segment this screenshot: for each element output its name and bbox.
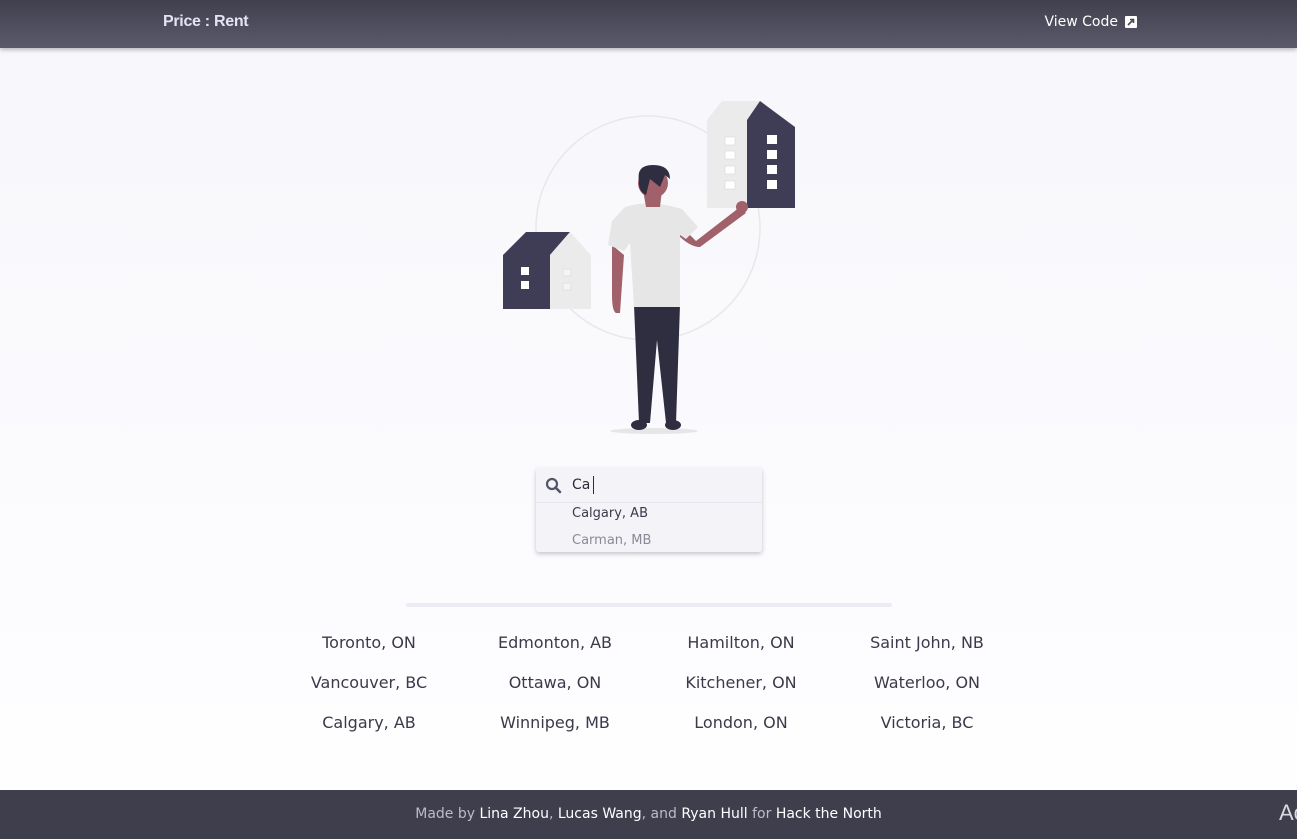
author-link-lina[interactable]: Lina Zhou [479,806,549,822]
text-caret [593,476,594,494]
search-bar [536,468,762,503]
hero-illustration [503,101,795,434]
city-link[interactable]: Hamilton, ON [648,632,834,654]
city-grid: Toronto, ON Edmonton, AB Hamilton, ON Sa… [276,632,1022,734]
footer: Made by Lina Zhou, Lucas Wang, and Ryan … [0,790,1297,839]
suggestion-item[interactable]: Calgary, AB [572,506,648,521]
city-link[interactable]: Toronto, ON [276,632,462,654]
author-link-ryan[interactable]: Ryan Hull [681,806,747,822]
city-link[interactable]: Edmonton, AB [462,632,648,654]
city-link[interactable]: Calgary, AB [276,712,462,734]
top-nav-bar: Price : Rent View Code [0,0,1297,48]
footer-separator: , and [641,806,677,822]
hackathon-link[interactable]: Hack the North [776,806,882,822]
small-house-icon [503,232,591,309]
footer-for: for [752,806,772,822]
city-link[interactable]: Winnipeg, MB [462,712,648,734]
os-activation-watermark: Ac [1279,800,1297,825]
external-link-icon [1125,16,1137,28]
view-code-label: View Code [1044,14,1118,30]
footer-separator: , [548,806,554,822]
city-link[interactable]: Vancouver, BC [276,672,462,694]
city-link[interactable]: London, ON [648,712,834,734]
search-icon [545,477,562,494]
footer-made-by: Made by [415,806,476,822]
city-link[interactable]: Ottawa, ON [462,672,648,694]
author-link-lucas[interactable]: Lucas Wang [558,806,642,822]
brand-logo[interactable]: Price : Rent [163,13,249,31]
city-link[interactable]: Kitchener, ON [648,672,834,694]
city-link[interactable]: Victoria, BC [834,712,1020,734]
suggestion-item[interactable]: Carman, MB [572,533,651,548]
city-link[interactable]: Saint John, NB [834,632,1020,654]
city-link[interactable]: Waterloo, ON [834,672,1020,694]
search-autocomplete: Calgary, AB Carman, MB [536,468,762,552]
tall-building-icon [707,101,795,208]
view-code-link[interactable]: View Code [1044,14,1137,30]
section-divider [406,603,892,607]
city-search-input[interactable] [570,473,752,497]
